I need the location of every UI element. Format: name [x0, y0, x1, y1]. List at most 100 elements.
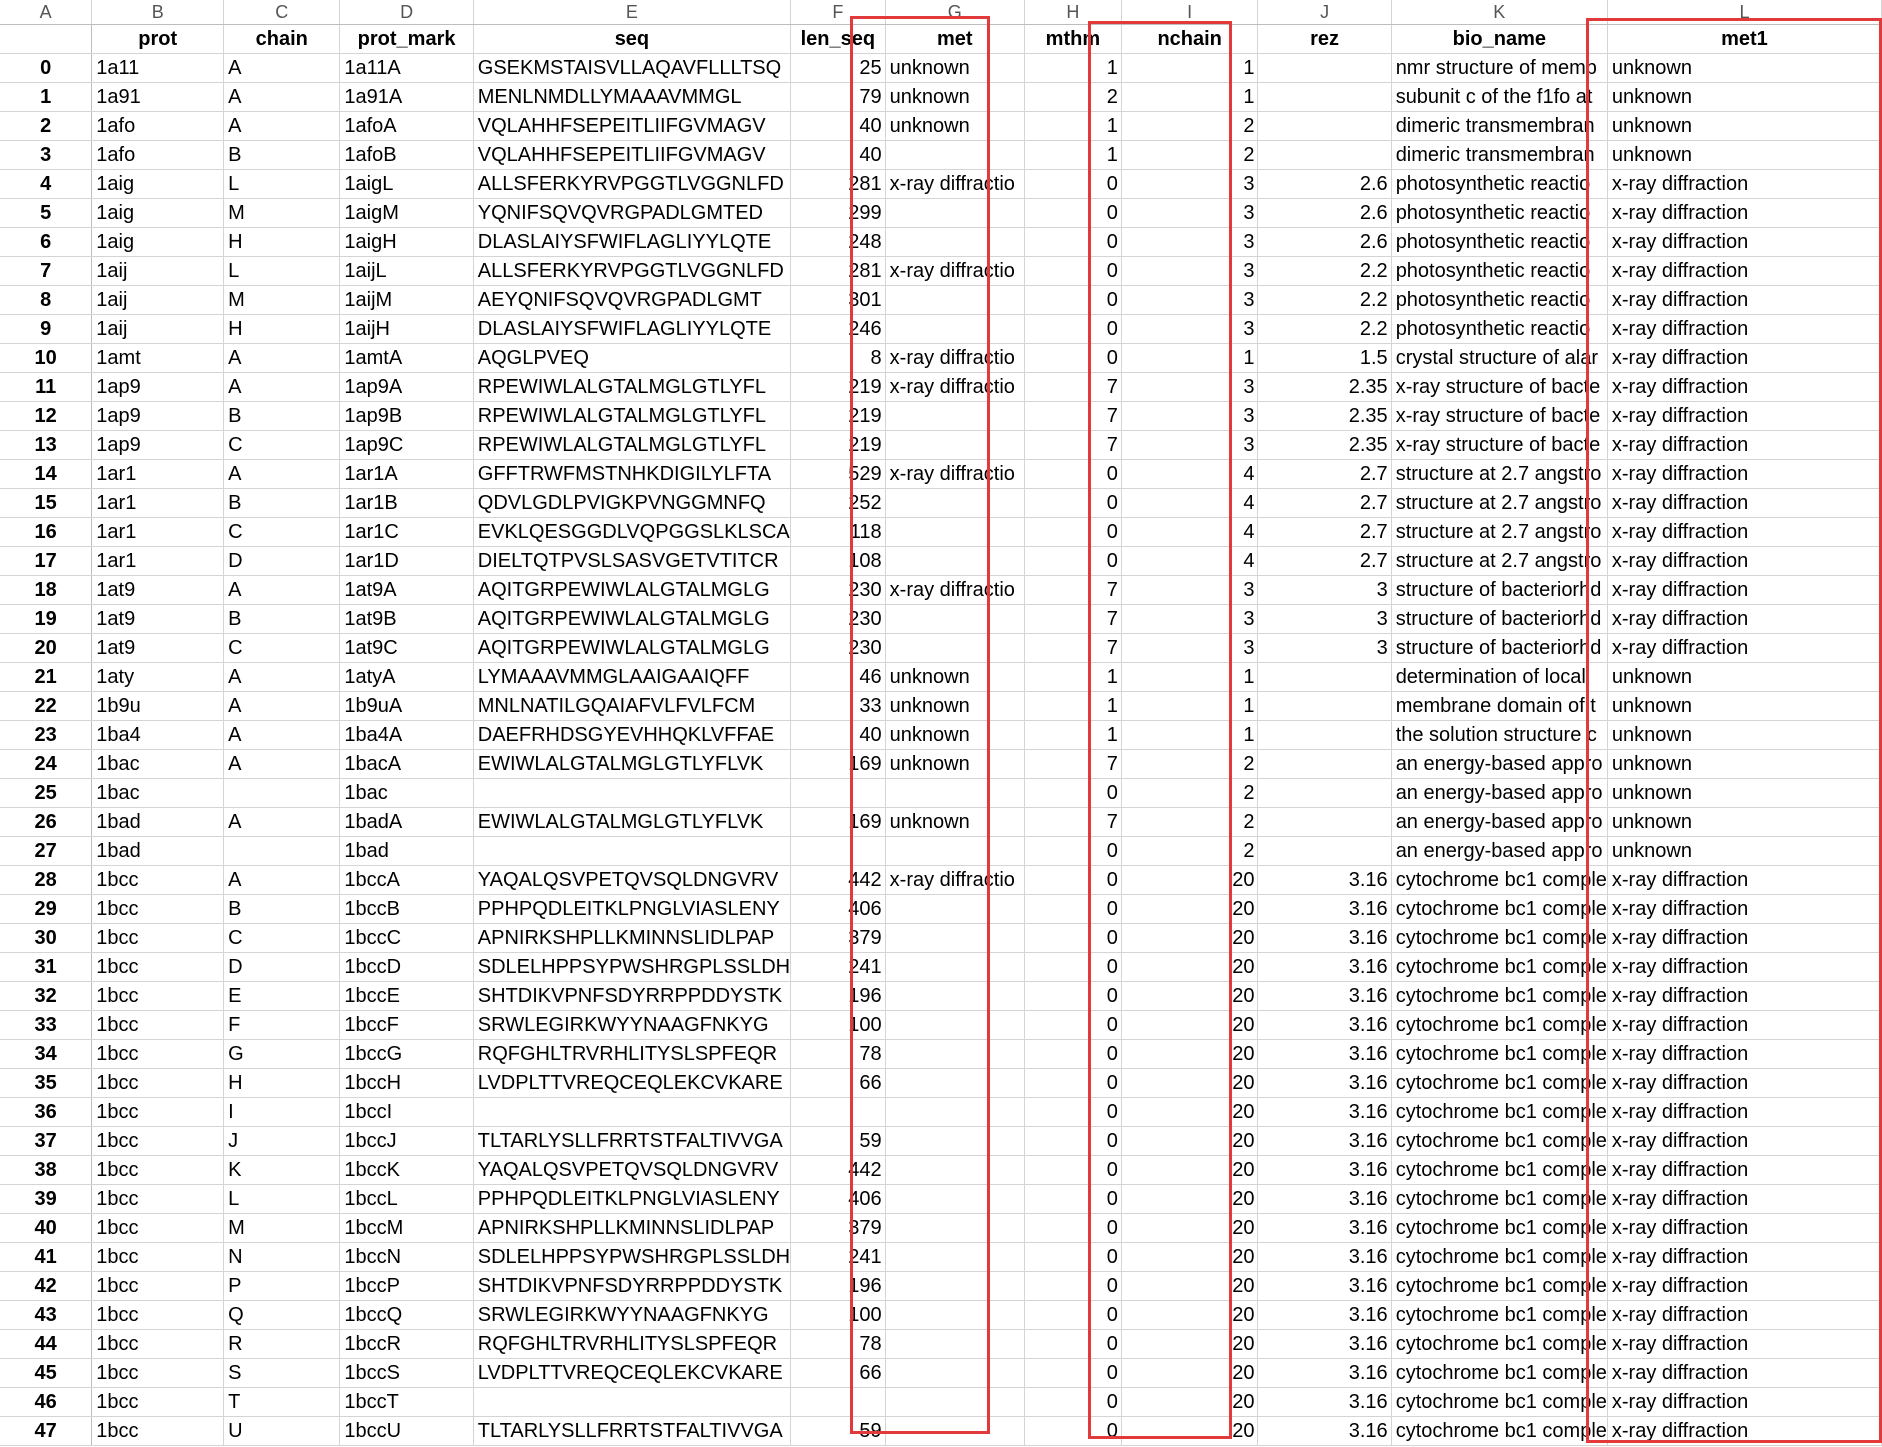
cell-seq[interactable]: RQFGHLTRVRHLITYSLSPFEQR: [473, 1039, 792, 1069]
cell-nchain[interactable]: 20: [1121, 1387, 1259, 1417]
cell-rez[interactable]: 2.6: [1257, 169, 1392, 199]
cell-mthm[interactable]: 0: [1024, 894, 1122, 924]
cell-chain[interactable]: M: [223, 198, 341, 228]
cell-mthm[interactable]: 1: [1024, 720, 1122, 750]
cell-met1[interactable]: x-ray diffraction: [1607, 1039, 1882, 1069]
cell-met1[interactable]: unknown: [1607, 720, 1882, 750]
cell-len_seq[interactable]: 529: [790, 459, 886, 489]
cell-met1[interactable]: x-ray diffraction: [1607, 459, 1882, 489]
cell-prot_mark[interactable]: 1ar1B: [339, 488, 474, 518]
cell-prot_mark[interactable]: 1bccP: [339, 1271, 474, 1301]
cell-rez[interactable]: 2.2: [1257, 256, 1392, 286]
cell-prot[interactable]: 1bcc: [91, 1387, 225, 1417]
cell-len_seq[interactable]: 246: [790, 314, 886, 344]
cell-met1[interactable]: x-ray diffraction: [1607, 1242, 1882, 1272]
cell-nchain[interactable]: 1: [1121, 691, 1259, 721]
cell-prot_mark[interactable]: 1bccH: [339, 1068, 474, 1098]
cell-bio_name[interactable]: the solution structure c: [1391, 720, 1608, 750]
cell-rez[interactable]: 1.5: [1257, 343, 1392, 373]
cell-nchain[interactable]: 1: [1121, 343, 1259, 373]
cell-len_seq[interactable]: 33: [790, 691, 886, 721]
cell-nchain[interactable]: 1: [1121, 720, 1259, 750]
cell-met[interactable]: [885, 604, 1025, 634]
cell-met1[interactable]: x-ray diffraction: [1607, 1358, 1882, 1388]
cell-met1[interactable]: x-ray diffraction: [1607, 952, 1882, 982]
cell-chain[interactable]: D: [223, 546, 341, 576]
cell-nchain[interactable]: 3: [1121, 575, 1259, 605]
cell-len_seq[interactable]: 40: [790, 720, 886, 750]
cell-len_seq[interactable]: 118: [790, 517, 886, 547]
cell-prot_mark[interactable]: 1afoB: [339, 140, 474, 170]
cell-seq[interactable]: AQGLPVEQ: [473, 343, 792, 373]
cell-mthm[interactable]: 0: [1024, 517, 1122, 547]
cell-nchain[interactable]: 2: [1121, 140, 1259, 170]
cell-rez[interactable]: [1257, 807, 1392, 837]
row-index-cell[interactable]: 33: [0, 1010, 93, 1040]
cell-met1[interactable]: x-ray diffraction: [1607, 546, 1882, 576]
cell-met1[interactable]: x-ray diffraction: [1607, 1068, 1882, 1098]
cell-chain[interactable]: M: [223, 285, 341, 315]
cell-bio_name[interactable]: cytochrome bc1 comple: [1391, 981, 1608, 1011]
row-index-cell[interactable]: 31: [0, 952, 93, 982]
cell-bio_name[interactable]: nmr structure of memb: [1391, 53, 1608, 83]
cell-bio_name[interactable]: cytochrome bc1 comple: [1391, 1010, 1608, 1040]
row-index-cell[interactable]: 11: [0, 372, 93, 402]
cell-len_seq[interactable]: 25: [790, 53, 886, 83]
cell-met[interactable]: [885, 1097, 1025, 1127]
cell-rez[interactable]: [1257, 53, 1392, 83]
cell-seq[interactable]: SDLELHPPSYPWSHRGPLSSLDH: [473, 1242, 792, 1272]
cell-chain[interactable]: A: [223, 459, 341, 489]
header-cell-bio_name[interactable]: bio_name: [1391, 24, 1608, 54]
header-cell-met1[interactable]: met1: [1607, 24, 1882, 54]
cell-rez[interactable]: 3.16: [1257, 1126, 1392, 1156]
cell-chain[interactable]: F: [223, 1010, 341, 1040]
cell-prot_mark[interactable]: 1bac: [339, 778, 474, 808]
cell-mthm[interactable]: 0: [1024, 1329, 1122, 1359]
cell-nchain[interactable]: 20: [1121, 981, 1259, 1011]
row-index-cell[interactable]: 26: [0, 807, 93, 837]
cell-met[interactable]: [885, 1039, 1025, 1069]
cell-chain[interactable]: [223, 778, 341, 808]
cell-prot[interactable]: 1ba4: [91, 720, 225, 750]
cell-prot[interactable]: 1aij: [91, 285, 225, 315]
cell-bio_name[interactable]: dimeric transmembran: [1391, 111, 1608, 141]
header-cell-prot[interactable]: prot: [91, 24, 225, 54]
cell-met[interactable]: [885, 1126, 1025, 1156]
cell-met1[interactable]: unknown: [1607, 749, 1882, 779]
cell-bio_name[interactable]: an energy-based appro: [1391, 749, 1608, 779]
cell-nchain[interactable]: 20: [1121, 1300, 1259, 1330]
row-index-cell[interactable]: 21: [0, 662, 93, 692]
cell-mthm[interactable]: 0: [1024, 1126, 1122, 1156]
cell-seq[interactable]: SRWLEGIRKWYYNAAGFNKYG: [473, 1010, 792, 1040]
cell-prot_mark[interactable]: 1at9C: [339, 633, 474, 663]
cell-mthm[interactable]: 0: [1024, 343, 1122, 373]
cell-rez[interactable]: 2.2: [1257, 314, 1392, 344]
cell-nchain[interactable]: 3: [1121, 314, 1259, 344]
cell-met[interactable]: unknown: [885, 807, 1025, 837]
cell-bio_name[interactable]: dimeric transmembran: [1391, 140, 1608, 170]
cell-mthm[interactable]: 0: [1024, 1039, 1122, 1069]
cell-chain[interactable]: N: [223, 1242, 341, 1272]
cell-chain[interactable]: U: [223, 1416, 341, 1446]
row-index-cell[interactable]: 8: [0, 285, 93, 315]
cell-mthm[interactable]: 0: [1024, 314, 1122, 344]
cell-len_seq[interactable]: 66: [790, 1358, 886, 1388]
cell-prot[interactable]: 1a91: [91, 82, 225, 112]
cell-prot[interactable]: 1bcc: [91, 1213, 225, 1243]
cell-len_seq[interactable]: 169: [790, 807, 886, 837]
cell-bio_name[interactable]: membrane domain of t: [1391, 691, 1608, 721]
cell-met[interactable]: [885, 546, 1025, 576]
cell-seq[interactable]: VQLAHHFSEPEITLIIFGVMAGV: [473, 111, 792, 141]
row-index-cell[interactable]: 3: [0, 140, 93, 170]
cell-len_seq[interactable]: 219: [790, 372, 886, 402]
header-cell-index[interactable]: [0, 24, 93, 54]
cell-seq[interactable]: [473, 1097, 792, 1127]
cell-rez[interactable]: 3: [1257, 575, 1392, 605]
row-index-cell[interactable]: 45: [0, 1358, 93, 1388]
cell-prot[interactable]: 1bcc: [91, 981, 225, 1011]
column-letter-l[interactable]: L: [1607, 0, 1882, 25]
cell-seq[interactable]: VQLAHHFSEPEITLIIFGVMAGV: [473, 140, 792, 170]
cell-met1[interactable]: x-ray diffraction: [1607, 256, 1882, 286]
cell-nchain[interactable]: 20: [1121, 1242, 1259, 1272]
cell-mthm[interactable]: 0: [1024, 546, 1122, 576]
